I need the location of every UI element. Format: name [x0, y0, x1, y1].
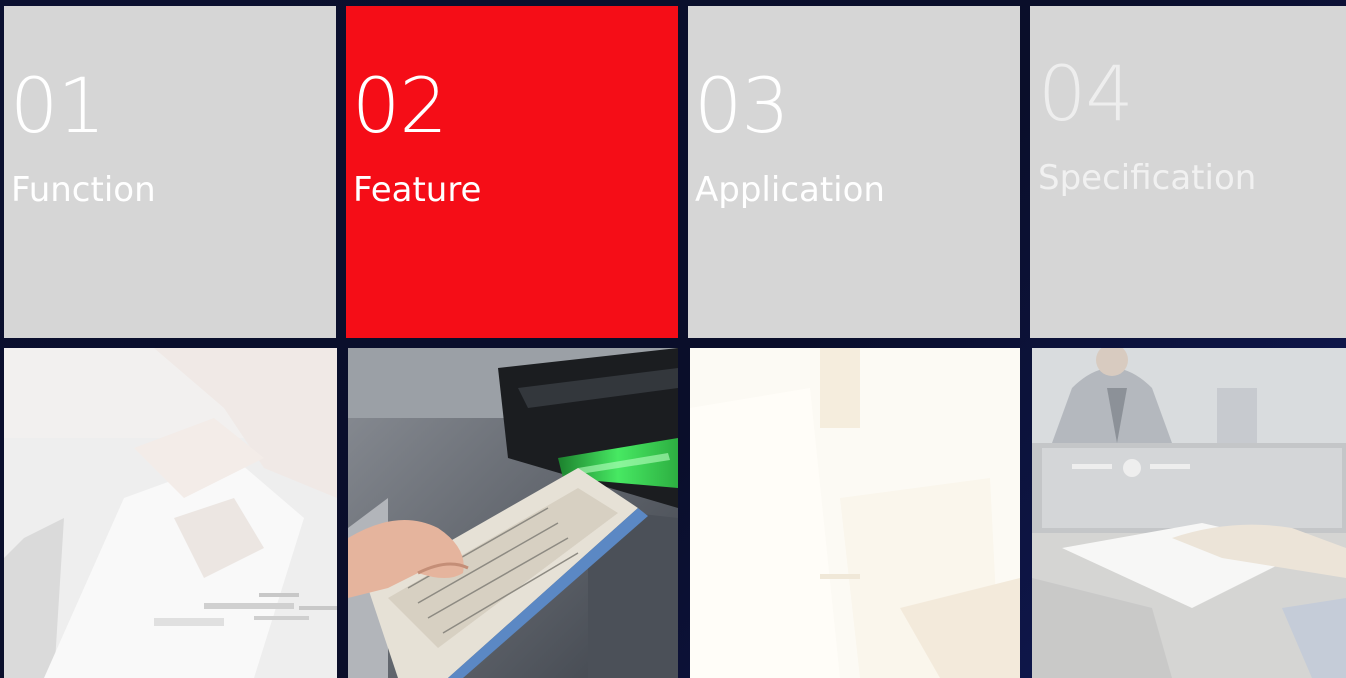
check-scanner-with-green-light-photo[interactable]: [348, 348, 678, 678]
photo-graphic: [4, 348, 337, 678]
photo-graphic: [1032, 348, 1346, 678]
hand-holding-document-photo[interactable]: [4, 348, 337, 678]
tab-number: 03: [694, 61, 790, 150]
tab-label: Function: [11, 170, 156, 210]
tab-label: Feature: [353, 170, 482, 210]
tab-label: Specification: [1038, 158, 1257, 198]
tab-number: 04: [1038, 49, 1134, 138]
person-with-monitor-and-document-photo[interactable]: [1032, 348, 1346, 678]
tab-specification[interactable]: 04 Specification: [1030, 6, 1346, 338]
tab-number: 01: [10, 61, 106, 150]
page: 01 Function 02 Feature 03 Application 04…: [0, 0, 1346, 678]
photo-graphic: [690, 348, 1020, 678]
tab-label: Application: [695, 170, 885, 210]
tab-application[interactable]: 03 Application: [688, 6, 1020, 338]
photo-graphic: [348, 348, 678, 678]
tab-feature[interactable]: 02 Feature: [346, 6, 678, 338]
tab-function[interactable]: 01 Function: [4, 6, 336, 338]
faded-document-photo[interactable]: [690, 348, 1020, 678]
tab-number: 02: [352, 61, 448, 150]
